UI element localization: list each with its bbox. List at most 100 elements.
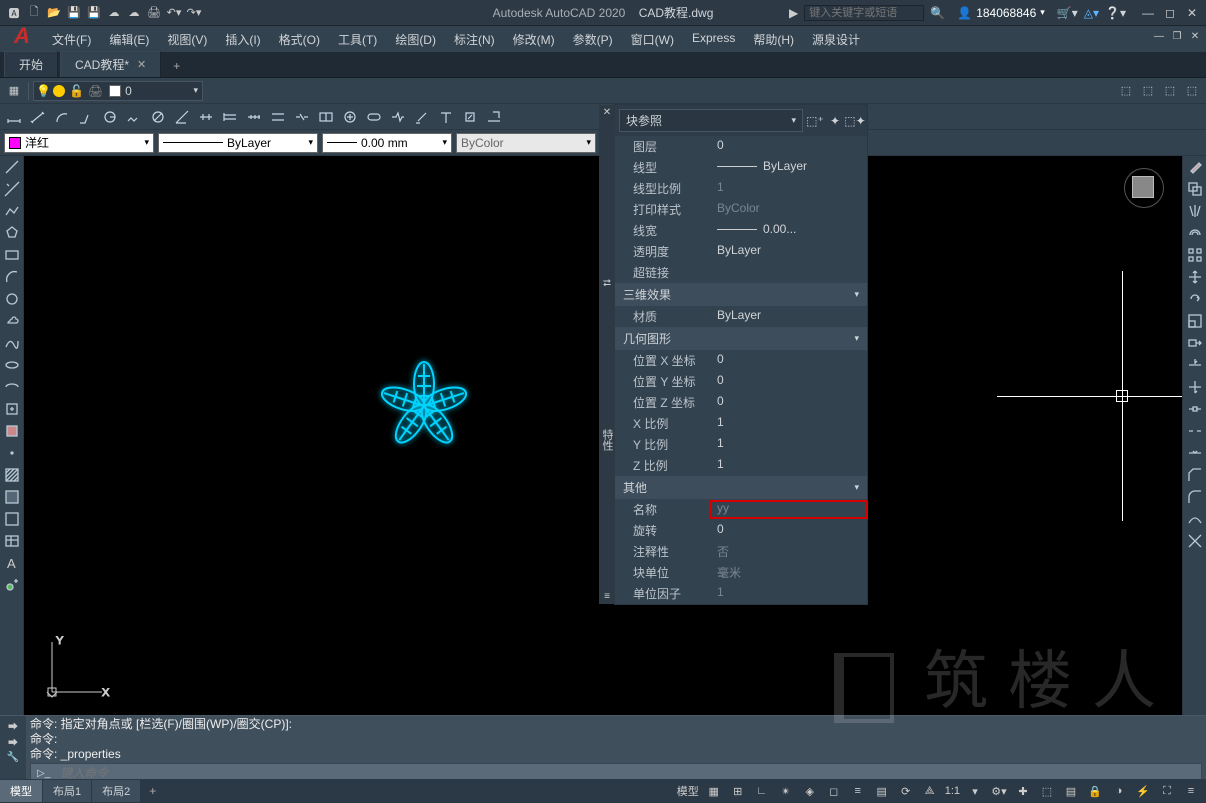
extend-tool-icon[interactable]	[1186, 378, 1204, 396]
addselected-tool-icon[interactable]	[3, 576, 21, 594]
chamfer-tool-icon[interactable]	[1186, 466, 1204, 484]
prop-plotstyle-value[interactable]: ByColor	[711, 201, 867, 218]
menu-edit[interactable]: 编辑(E)	[101, 29, 157, 50]
break-tool-icon[interactable]	[1186, 422, 1204, 440]
mdi-minimize-icon[interactable]: —	[1152, 29, 1166, 43]
radius-dim-icon[interactable]	[100, 107, 120, 127]
color-combo[interactable]: 洋红 ▾	[4, 133, 154, 153]
move-tool-icon[interactable]	[1186, 268, 1204, 286]
lockui-icon[interactable]: 🔒	[1084, 781, 1106, 801]
tab-active-doc[interactable]: CAD教程*✕	[60, 51, 161, 77]
menu-file[interactable]: 文件(F)	[44, 29, 99, 50]
tab-add-icon[interactable]: +	[163, 55, 190, 77]
line-tool-icon[interactable]	[3, 158, 21, 176]
lwdisplay-icon[interactable]: ≡	[847, 781, 869, 801]
arc-tool-icon[interactable]	[3, 268, 21, 286]
menu-yuanquan[interactable]: 源泉设计	[804, 29, 868, 50]
annotscale-icon[interactable]: ⟁	[919, 781, 941, 801]
customize-status-icon[interactable]: ≡	[1180, 781, 1202, 801]
prop-layer-value[interactable]: 0	[711, 138, 867, 155]
section-misc-header[interactable]: 其他▾	[615, 476, 867, 499]
centermark-icon[interactable]	[340, 107, 360, 127]
prop-annotative-value[interactable]: 否	[711, 543, 867, 560]
linetype-combo[interactable]: ByLayer ▾	[158, 133, 318, 153]
prop-material-value[interactable]: ByLayer	[711, 308, 867, 325]
panel-close-icon[interactable]: ✕	[603, 107, 611, 118]
prop-transparency-value[interactable]: ByLayer	[711, 243, 867, 260]
tolerance-icon[interactable]	[316, 107, 336, 127]
layer-state-icon[interactable]: ⬚	[1160, 81, 1180, 101]
menu-insert[interactable]: 插入(I)	[217, 29, 268, 50]
object-type-dropdown[interactable]: 块参照▾	[619, 109, 803, 132]
cart-icon[interactable]: 🛒▾	[1057, 6, 1078, 20]
ellipse-arc-tool-icon[interactable]	[3, 378, 21, 396]
point-tool-icon[interactable]	[3, 444, 21, 462]
layer-props-icon[interactable]: ▦	[4, 81, 24, 101]
pickadd-icon[interactable]: ✦	[827, 113, 843, 129]
status-model-text[interactable]: 模型	[677, 783, 699, 799]
rectangle-tool-icon[interactable]	[3, 246, 21, 264]
menu-help[interactable]: 帮助(H)	[745, 29, 802, 50]
command-history[interactable]: 命令: 指定对角点或 [栏选(F)/圈围(WP)/圈交(CP)]: 命令: 命令…	[26, 716, 1206, 779]
cmd-customize-icon[interactable]: 🔧	[5, 750, 21, 764]
prop-posz-value[interactable]: 0	[711, 394, 867, 411]
open-icon[interactable]: 📂	[46, 5, 62, 21]
prop-scalez-value[interactable]: 1	[711, 457, 867, 474]
prop-unitfactor-value[interactable]: 1	[711, 585, 867, 602]
prop-posx-value[interactable]: 0	[711, 352, 867, 369]
save-icon[interactable]: 💾	[66, 5, 82, 21]
minimize-icon[interactable]: —	[1140, 5, 1156, 21]
circle-tool-icon[interactable]	[3, 290, 21, 308]
polar-icon[interactable]: ✴	[775, 781, 797, 801]
app-exchange-icon[interactable]: ◬▾	[1084, 6, 1099, 20]
mdi-restore-icon[interactable]: ❐	[1170, 29, 1184, 43]
break-point-icon[interactable]	[1186, 400, 1204, 418]
plotstyle-combo[interactable]: ByColor ▾	[456, 133, 596, 153]
section-3d-header[interactable]: 三维效果▾	[615, 283, 867, 306]
dimupdate-icon[interactable]	[460, 107, 480, 127]
aligned-dim-icon[interactable]	[28, 107, 48, 127]
continue-dim-icon[interactable]	[244, 107, 264, 127]
status-scale-text[interactable]: 1:1	[945, 785, 960, 797]
diameter-dim-icon[interactable]	[148, 107, 168, 127]
angular-dim-icon[interactable]	[172, 107, 192, 127]
prop-scalex-value[interactable]: 1	[711, 415, 867, 432]
prop-name-value[interactable]: yy	[711, 501, 867, 518]
model-tab[interactable]: 模型	[0, 780, 42, 802]
isodraft-icon[interactable]: ◈	[799, 781, 821, 801]
saveas-icon[interactable]: 💾	[86, 5, 102, 21]
stretch-tool-icon[interactable]	[1186, 334, 1204, 352]
grid-icon[interactable]: ▦	[703, 781, 725, 801]
menu-dimension[interactable]: 标注(N)	[446, 29, 503, 50]
quickselect-icon[interactable]: ⬚⁺	[807, 113, 823, 129]
maximize-icon[interactable]: ◻	[1162, 5, 1178, 21]
scale-tool-icon[interactable]	[1186, 312, 1204, 330]
layout1-tab[interactable]: 布局1	[43, 780, 91, 802]
mirror-tool-icon[interactable]	[1186, 202, 1204, 220]
cmd-recent-icon[interactable]: ⮕	[5, 718, 21, 732]
prop-scaley-value[interactable]: 1	[711, 436, 867, 453]
polygon-tool-icon[interactable]	[3, 224, 21, 242]
insert-block-icon[interactable]	[3, 400, 21, 418]
blend-tool-icon[interactable]	[1186, 510, 1204, 528]
layout2-tab[interactable]: 布局2	[92, 780, 140, 802]
fillet-tool-icon[interactable]	[1186, 488, 1204, 506]
viewcube[interactable]	[1124, 168, 1164, 208]
tab-close-icon[interactable]: ✕	[137, 58, 146, 71]
panel-menu-icon[interactable]: ≡	[604, 591, 610, 602]
hwaccel-icon[interactable]: ⚡	[1132, 781, 1154, 801]
snap-icon[interactable]: ⊞	[727, 781, 749, 801]
menu-parametric[interactable]: 参数(P)	[565, 29, 621, 50]
layer-prev-icon[interactable]: ⬚	[1138, 81, 1158, 101]
layout-add-icon[interactable]: +	[141, 781, 164, 801]
xline-tool-icon[interactable]	[3, 180, 21, 198]
transparency-icon[interactable]: ▤	[871, 781, 893, 801]
jogline-icon[interactable]	[388, 107, 408, 127]
region-tool-icon[interactable]	[3, 510, 21, 528]
prop-blockunit-value[interactable]: 毫米	[711, 564, 867, 581]
cleanscreen-icon[interactable]: ⛶	[1156, 781, 1178, 801]
menu-express[interactable]: Express	[684, 29, 743, 50]
account-indicator[interactable]: 👤 184068846 ▾	[957, 6, 1045, 20]
cycling-icon[interactable]: ⟳	[895, 781, 917, 801]
undo-icon[interactable]: ↶▾	[166, 5, 182, 21]
